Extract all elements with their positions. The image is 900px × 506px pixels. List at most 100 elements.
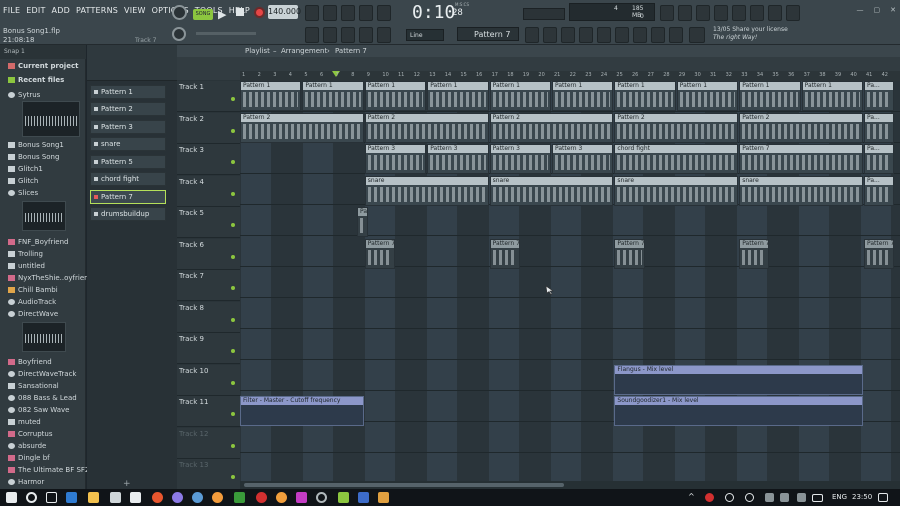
browser-item[interactable]: Bonus Song1 bbox=[8, 141, 64, 149]
pattern-clip[interactable]: Pattern 1 bbox=[739, 81, 801, 111]
browser-snap-label[interactable]: Snap 1 bbox=[4, 48, 25, 55]
edge-icon[interactable] bbox=[66, 492, 77, 503]
tray-icon[interactable] bbox=[725, 493, 734, 502]
channel-rack-icon[interactable] bbox=[543, 27, 557, 43]
link-icon[interactable] bbox=[359, 27, 373, 43]
pattern-clip[interactable]: Pattern 3 bbox=[364, 144, 427, 174]
track-active-indicator[interactable] bbox=[231, 254, 235, 259]
chevron-up-icon[interactable]: ^ bbox=[688, 492, 695, 501]
news-panel[interactable]: 13/05 Share your license The right Way! bbox=[713, 26, 793, 44]
pattern-selector[interactable]: Pattern 7 bbox=[457, 27, 519, 41]
song-mode-button[interactable]: SONG bbox=[193, 9, 213, 20]
track-header[interactable]: Track 9 bbox=[177, 333, 240, 364]
pattern-clip[interactable]: Pa... bbox=[864, 112, 895, 143]
close-icon[interactable]: ✕ bbox=[890, 6, 896, 14]
pattern-clip[interactable]: snare bbox=[364, 175, 489, 206]
firefox-icon[interactable] bbox=[212, 492, 223, 503]
app-icon[interactable] bbox=[378, 492, 389, 503]
network-icon[interactable] bbox=[765, 493, 774, 502]
app-icon[interactable] bbox=[358, 492, 369, 503]
track-active-indicator[interactable] bbox=[231, 475, 235, 479]
pattern-clip[interactable]: Pattern 7 bbox=[864, 238, 895, 269]
pattern-item-selected[interactable]: Pattern 7 bbox=[90, 190, 166, 204]
pattern-item[interactable]: chord fight bbox=[90, 172, 166, 186]
track-header[interactable]: Track 10 bbox=[177, 364, 240, 396]
browser-item[interactable]: 088 Bass & Lead bbox=[8, 394, 77, 402]
undo-icon[interactable] bbox=[660, 5, 674, 21]
app-icon[interactable] bbox=[296, 492, 307, 503]
track-header[interactable]: Track 8 bbox=[177, 301, 240, 333]
mic-icon[interactable] bbox=[696, 5, 710, 21]
browser-item[interactable]: Boyfriend bbox=[8, 358, 52, 366]
playlist-icon[interactable] bbox=[579, 27, 593, 43]
pattern-item[interactable]: Pattern 2 bbox=[90, 102, 166, 116]
pattern-clip[interactable]: Pattern 2 bbox=[364, 112, 489, 143]
discord-icon[interactable] bbox=[172, 492, 183, 503]
tools-icon[interactable] bbox=[678, 5, 692, 21]
touch-controller-icon[interactable] bbox=[633, 27, 647, 43]
language-indicator[interactable]: ENG bbox=[832, 493, 847, 501]
master-pitch-knob[interactable] bbox=[172, 27, 186, 41]
browser-item[interactable]: Slices bbox=[8, 189, 38, 197]
pattern-item[interactable]: snare bbox=[90, 137, 166, 151]
browser-item[interactable]: muted bbox=[8, 418, 41, 426]
countdown-icon[interactable] bbox=[341, 5, 355, 21]
store-icon[interactable] bbox=[110, 492, 121, 503]
browser-item[interactable]: Recent files bbox=[8, 76, 64, 84]
task-view-icon[interactable] bbox=[46, 492, 57, 503]
play-icon[interactable]: ▶ bbox=[218, 8, 226, 21]
stop-icon[interactable] bbox=[236, 8, 244, 16]
automation-clip[interactable]: Filter - Master - Cutoff frequency bbox=[240, 396, 364, 426]
start-icon[interactable] bbox=[6, 492, 17, 503]
track-active-indicator[interactable] bbox=[231, 380, 235, 385]
stamp-icon[interactable] bbox=[377, 27, 391, 43]
pattern-clip[interactable]: Pattern 3 bbox=[427, 144, 489, 174]
pattern-clip[interactable]: Pattern 7 bbox=[614, 238, 645, 269]
pattern-clip[interactable]: Pattern 1 bbox=[240, 81, 302, 111]
tray-icon[interactable] bbox=[745, 493, 754, 502]
explorer-icon[interactable] bbox=[88, 492, 99, 503]
browser-item[interactable]: DirectWaveTrack bbox=[8, 370, 77, 378]
browser-item[interactable]: absurde bbox=[8, 442, 46, 450]
pattern-clip[interactable]: Pattern 7 bbox=[489, 238, 520, 269]
pattern-clip[interactable]: Pattern 1 bbox=[489, 81, 551, 111]
save-icon[interactable] bbox=[732, 5, 746, 21]
app-icon[interactable] bbox=[234, 492, 245, 503]
pattern-clip[interactable]: Pa... bbox=[864, 144, 895, 174]
pattern-clip[interactable]: snare bbox=[489, 175, 614, 206]
pattern-clip[interactable]: Pattern 2 bbox=[614, 112, 739, 143]
master-volume-knob[interactable] bbox=[172, 5, 187, 20]
maximize-icon[interactable]: ▢ bbox=[874, 6, 881, 14]
scrollbar-thumb[interactable] bbox=[244, 483, 564, 487]
track-active-indicator[interactable] bbox=[231, 223, 235, 227]
track-active-indicator[interactable] bbox=[231, 412, 235, 416]
pattern-song-icon[interactable] bbox=[305, 5, 319, 21]
pencil-icon[interactable] bbox=[341, 27, 355, 43]
app-icon[interactable] bbox=[316, 492, 327, 503]
download-icon[interactable] bbox=[786, 5, 800, 21]
track-header[interactable]: Track 2 bbox=[177, 112, 240, 144]
track-active-indicator[interactable] bbox=[231, 349, 235, 353]
cart-icon[interactable] bbox=[689, 27, 705, 43]
browser-item[interactable]: Chill Bambi bbox=[8, 286, 58, 294]
pattern-clip[interactable]: Pattern 3 bbox=[489, 144, 551, 174]
browser-item[interactable]: DirectWave bbox=[8, 310, 58, 318]
pattern-clip[interactable]: Pattern 1 bbox=[364, 81, 427, 111]
pen-icon[interactable] bbox=[797, 493, 806, 502]
app-icon[interactable] bbox=[256, 492, 267, 503]
browser-item[interactable]: Current project bbox=[8, 62, 78, 70]
browser-item[interactable]: Sytrus bbox=[8, 91, 40, 99]
volume-icon[interactable] bbox=[780, 493, 789, 502]
pattern-clip[interactable]: Pattern 1 bbox=[427, 81, 489, 111]
track-active-indicator[interactable] bbox=[231, 160, 235, 164]
track-header[interactable]: Track 6 bbox=[177, 238, 240, 270]
pattern-clip[interactable]: Pattern 3 bbox=[552, 144, 614, 174]
pattern-clip[interactable]: Pattern 2 bbox=[489, 112, 614, 143]
track-header[interactable]: Track 1 bbox=[177, 81, 240, 112]
browser-icon[interactable] bbox=[597, 27, 611, 43]
blend-notes-icon[interactable] bbox=[377, 5, 391, 21]
track-header[interactable]: Track 7 bbox=[177, 270, 240, 301]
pattern-clip[interactable]: Pattern 7 bbox=[739, 144, 863, 174]
browser-item[interactable]: AudioTrack bbox=[8, 298, 56, 306]
pattern-clip[interactable]: Pattern 2 bbox=[240, 112, 364, 143]
